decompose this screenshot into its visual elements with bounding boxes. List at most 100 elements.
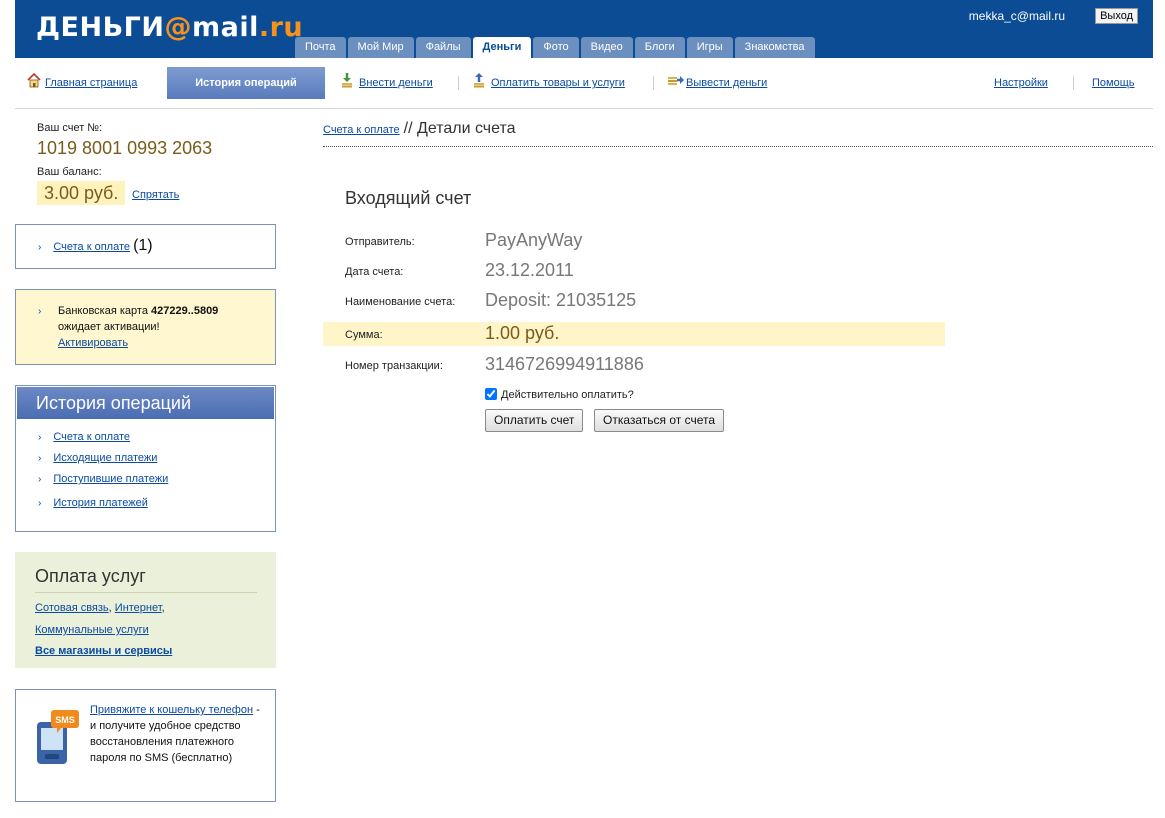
logo-dot: . (258, 12, 270, 43)
invoices-count: (1) (133, 237, 153, 254)
card-activation-text: Банковская карта 427229..5809 ожидает ак… (58, 303, 218, 351)
portal-tab[interactable]: Почта (295, 37, 346, 58)
logo-text: ДЕНЬГИ (36, 12, 165, 43)
pay-invoice-button[interactable]: Оплатить счет (485, 409, 584, 432)
bullet-icon: › (38, 498, 42, 509)
breadcrumb-invoices-link[interactable]: Счета к оплате (323, 124, 400, 136)
breadcrumb-divider (323, 146, 1153, 147)
history-item[interactable]: › Исходящие платежи (38, 452, 168, 473)
bind-phone-link[interactable]: Привяжите к кошельку телефон (90, 704, 253, 716)
account-number: 1019 8001 0993 2063 (37, 138, 213, 158)
card-activation-box: › Банковская карта 427229..5809 ожидает … (15, 289, 276, 365)
logo-mail: mail (191, 12, 259, 43)
portal-tab[interactable]: Игры (686, 37, 733, 58)
nav-deposit-link[interactable]: Внести деньги (359, 77, 433, 89)
portal-tab[interactable]: Видео (580, 37, 633, 58)
hide-balance-link[interactable]: Спрятать (132, 189, 179, 201)
withdraw-icon (667, 68, 684, 85)
bullet-icon: › (38, 474, 42, 485)
portal-tab[interactable]: Мой Мир (347, 37, 414, 58)
pay-icon (472, 68, 486, 88)
history-item-link[interactable]: Поступившие платежи (53, 473, 168, 485)
invoice-name-value: Deposit: 21035125 (485, 290, 637, 310)
portal-tab[interactable]: Фото (533, 37, 579, 58)
card-number: 427229..5809 (151, 305, 219, 317)
bullet-icon: › (38, 453, 42, 464)
bullet-icon: › (38, 306, 42, 317)
history-item[interactable]: › Счета к оплате (38, 431, 168, 452)
history-item[interactable]: › История платежей (38, 497, 168, 518)
invoice-heading: Входящий счет (345, 188, 472, 208)
sender-label: Отправитель: (345, 236, 415, 248)
history-box: История операций › Счета к оплате › Исходя… (15, 385, 276, 532)
nav-home[interactable]: Главная страница (26, 66, 137, 100)
nav-separator (653, 76, 654, 90)
breadcrumb: Счета к оплате// Детали счета (323, 120, 516, 138)
portal-tab[interactable]: Деньги (472, 37, 532, 58)
date-value: 23.12.2011 (485, 260, 574, 280)
invoices-link[interactable]: Счета к оплате (53, 241, 130, 253)
history-item-link[interactable]: Счета к оплате (53, 431, 130, 443)
confirm-payment[interactable]: Действительно оплатить? (485, 388, 634, 401)
nav-divider (15, 108, 1153, 109)
bullet-icon: › (38, 432, 42, 443)
portal-tab[interactable]: Блоги (634, 37, 685, 58)
sender-value: PayAnyWay (485, 230, 583, 250)
invoices-row: › Счета к оплате (1) (38, 237, 153, 255)
transaction-value: 3146726994911886 (485, 354, 644, 374)
home-icon (26, 68, 41, 88)
nav-separator (1073, 76, 1074, 90)
logo[interactable]: ДЕНЬГИ@mail.ru (36, 12, 303, 43)
invoice-name-label: Наименование счета: (345, 296, 456, 308)
card-prefix: Банковская карта (58, 305, 152, 317)
nav-withdraw-link[interactable]: Вывести деньги (686, 77, 767, 89)
breadcrumb-current: // Детали счета (403, 120, 516, 137)
nav-settings-link[interactable]: Настройки (994, 77, 1048, 89)
all-services-link[interactable]: Все магазины и сервисы (35, 645, 172, 657)
services-line-3: Все магазины и сервисы (35, 645, 172, 657)
nav-deposit[interactable]: Внести деньги (340, 66, 433, 100)
decline-invoice-button[interactable]: Отказаться от счета (594, 409, 725, 432)
logout-button[interactable]: Выход (1095, 8, 1138, 24)
date-label: Дата счета: (345, 266, 404, 278)
balance-value: 3.00 руб. (37, 181, 126, 205)
sms-badge: SMS (55, 715, 75, 725)
nav-settings[interactable]: Настройки (994, 66, 1048, 100)
sms-promo-text: Привяжите к кошельку телефон - и получит… (90, 702, 260, 766)
nav-withdraw[interactable]: Вывести деньги (667, 66, 767, 100)
sum-label: Сумма: (345, 329, 383, 341)
logo-at: @ (164, 12, 192, 43)
nav-pay[interactable]: Оплатить товары и услуги (472, 66, 625, 100)
services-title: Оплата услуг (35, 566, 146, 586)
nav-home-link[interactable]: Главная страница (45, 77, 137, 89)
history-item-link[interactable]: История платежей (53, 497, 148, 509)
utilities-link[interactable]: Коммунальные услуги (35, 624, 149, 636)
nav-history-active[interactable]: История операций (167, 67, 325, 99)
nav-help[interactable]: Помощь (1092, 66, 1135, 100)
mobile-link[interactable]: Сотовая связь (35, 602, 109, 614)
services-box: Оплата услуг Сотовая связь, Интернет, Ко… (15, 552, 276, 668)
site-header: ДЕНЬГИ@mail.ru mekka_c@mail.ru Выход Поч… (15, 0, 1153, 58)
sum-highlight-row (323, 322, 945, 346)
deposit-icon (340, 68, 354, 88)
history-item[interactable]: › Поступившие платежи (38, 473, 168, 494)
nav-help-link[interactable]: Помощь (1092, 77, 1135, 89)
account-number-label: Ваш счет №: (37, 122, 103, 134)
history-item-link[interactable]: Исходящие платежи (53, 452, 157, 464)
activate-card-link[interactable]: Активировать (58, 337, 128, 349)
internet-link[interactable]: Интернет (115, 602, 162, 614)
phone-sms-icon: SMS (35, 710, 79, 764)
transaction-label: Номер транзакции: (345, 360, 443, 372)
confirm-label: Действительно оплатить? (501, 389, 634, 401)
sum-value: 1.00 руб. (485, 323, 560, 343)
nav-pay-link[interactable]: Оплатить товары и услуги (491, 77, 625, 89)
balance-label: Ваш баланс: (37, 166, 102, 178)
top-nav: Главная страница История операций Внести… (15, 66, 1153, 100)
bullet-icon: › (38, 242, 42, 253)
confirm-checkbox[interactable] (485, 388, 497, 400)
invoices-box: › Счета к оплате (1) (15, 224, 276, 269)
services-line-2: Коммунальные услуги (35, 624, 149, 636)
portal-tab[interactable]: Файлы (415, 37, 471, 58)
portal-tab[interactable]: Знакомства (734, 37, 815, 58)
user-email: mekka_c@mail.ru (968, 9, 1065, 23)
